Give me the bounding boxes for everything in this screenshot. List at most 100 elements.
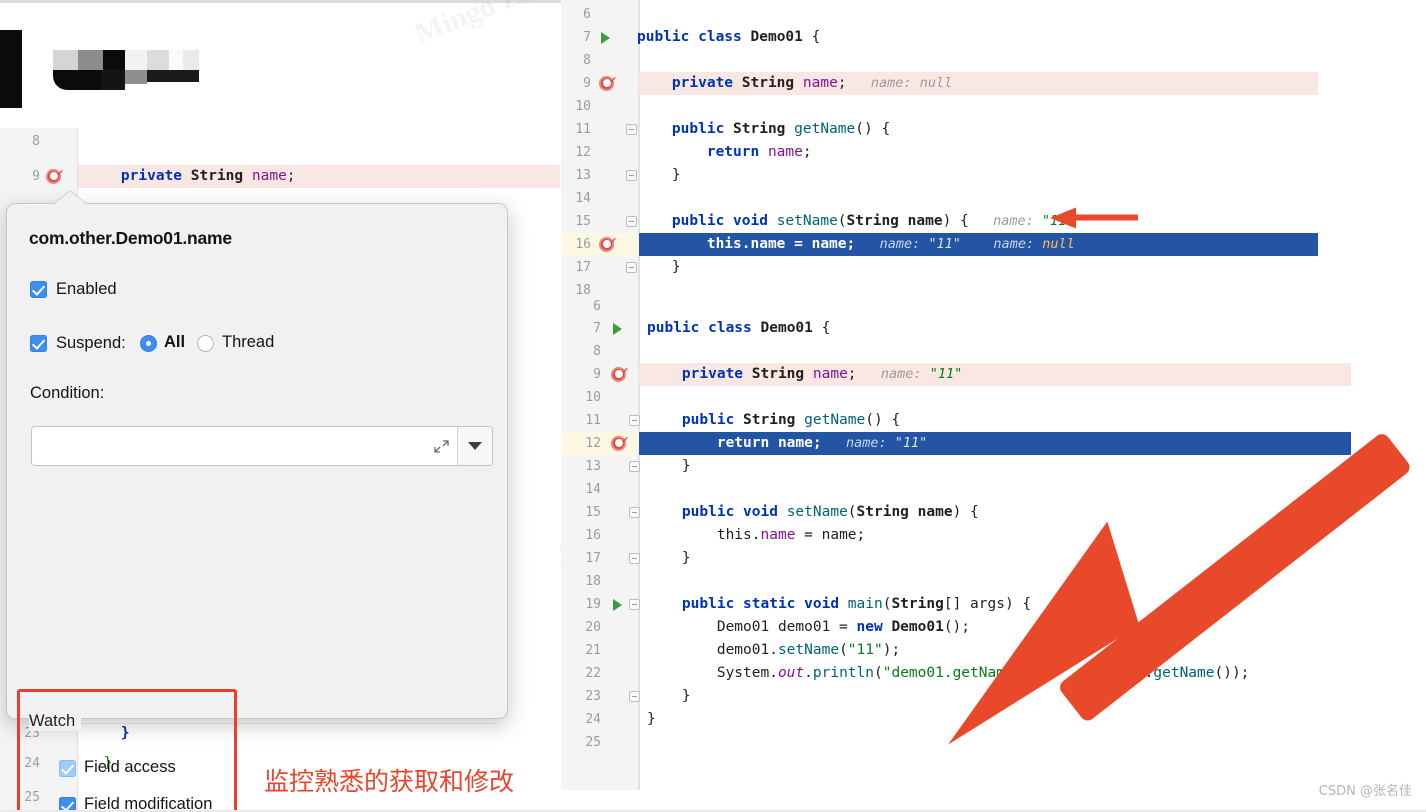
code-token: String — [891, 596, 944, 612]
suspend-thread-radio[interactable] — [197, 335, 214, 352]
code-token: return name; — [647, 435, 822, 451]
code-token: } — [647, 711, 656, 727]
expand-editor-button[interactable] — [426, 427, 458, 465]
enabled-checkbox[interactable] — [30, 281, 47, 298]
code-token: Demo01 — [760, 320, 822, 336]
debug-editor-bottom[interactable]: 6 7 public class Demo01 {8 9 ✔ private Strin… — [561, 300, 1426, 790]
code-token: "11" — [847, 642, 883, 658]
code-line[interactable]: public class Demo01 { — [561, 26, 820, 49]
code-token: } — [647, 458, 691, 474]
code-token: "11" — [921, 366, 963, 382]
code-token: ); — [882, 642, 901, 658]
condition-input[interactable] — [32, 427, 426, 465]
redacted-logo — [53, 50, 199, 90]
condition-label-text: Condition: — [30, 384, 105, 402]
condition-field-wrapper[interactable] — [31, 426, 493, 466]
code-token: public static void — [647, 596, 848, 612]
code-token: public void — [637, 213, 777, 229]
code-line[interactable]: public class Demo01 { — [561, 317, 830, 340]
debug-editor-top[interactable]: 6 7 public class Demo01 {8 9 ✔ private Strin… — [561, 0, 1426, 300]
code-line[interactable]: } — [561, 164, 681, 187]
code-token: name — [907, 213, 943, 229]
code-line[interactable]: this.name = name; — [561, 524, 865, 547]
condition-history-dropdown[interactable] — [458, 427, 492, 465]
line-number: 8 — [583, 53, 591, 68]
code-token: name — [767, 144, 803, 160]
code-line[interactable]: public String getName() { — [561, 409, 900, 432]
code-token: public class — [637, 29, 751, 45]
expand-arrows-icon — [434, 440, 449, 453]
code-token: } — [647, 550, 691, 566]
code-token: } — [637, 259, 681, 275]
code-line[interactable]: } — [561, 708, 656, 731]
suspend-all-label-text: All — [164, 333, 186, 351]
field-access-label: Field access — [84, 758, 176, 777]
code-token: Demo01 — [750, 29, 812, 45]
suspend-all-radio[interactable] — [140, 335, 157, 352]
code-line[interactable]: public void setName(String name) { — [561, 501, 979, 524]
line-number: 25 — [585, 735, 601, 750]
suspend-thread-label: Thread — [222, 333, 274, 352]
code-token: } — [647, 688, 691, 704]
line-number: 6 — [593, 300, 601, 314]
code-token: String — [733, 121, 795, 137]
code-token: ( — [837, 213, 847, 229]
code-token: name — [917, 504, 953, 520]
code-line[interactable]: demo01.setName("11"); — [561, 639, 900, 662]
code-token: out — [777, 665, 805, 681]
code-token: name: — [855, 236, 921, 252]
code-line[interactable]: } — [561, 685, 691, 708]
code-token: } — [637, 167, 681, 183]
line-number: 10 — [585, 390, 601, 405]
code-token: String — [190, 168, 252, 184]
code-token: ( — [874, 665, 883, 681]
code-token: name: — [856, 366, 922, 382]
code-line[interactable]: private String name; name: null — [561, 72, 952, 95]
code-token: String — [743, 412, 805, 428]
code-token: getName — [794, 121, 856, 137]
code-token: name: — [846, 75, 912, 91]
code-token: setName — [786, 504, 848, 520]
suspend-checkbox[interactable] — [30, 335, 47, 352]
code-line[interactable]: } — [561, 455, 691, 478]
code-line[interactable]: public static void main(String[] args) { — [561, 593, 1031, 616]
field-watchpoint-dialog[interactable]: com.other.Demo01.name Enabled Suspend: A… — [6, 191, 514, 812]
suspend-label-text: Suspend: — [56, 334, 126, 352]
code-token: name — [802, 75, 838, 91]
code-token: null — [911, 75, 953, 91]
line-number: 6 — [583, 7, 591, 22]
code-token: new — [856, 619, 892, 635]
code-token: main — [847, 596, 883, 612]
line-number: 18 — [575, 283, 591, 298]
code-line[interactable]: public String getName() { — [561, 118, 890, 141]
code-line[interactable]: Demo01 demo01 = new Demo01(); — [561, 616, 970, 639]
code-token: String — [741, 75, 803, 91]
code-token: . — [804, 665, 813, 681]
code-token: ( — [847, 504, 857, 520]
code-token: "11" — [886, 435, 928, 451]
code-token: null — [1034, 236, 1075, 252]
code-token: "11" — [1033, 213, 1075, 229]
code-token: getName — [804, 412, 866, 428]
code-line[interactable]: private String name; name: "11" — [561, 363, 962, 386]
code-line[interactable]: public void setName(String name) { name:… — [561, 210, 1075, 233]
code-token: ( — [839, 642, 848, 658]
code-token: name — [812, 366, 848, 382]
code-token: "demo01.getName() = " — [882, 665, 1067, 681]
code-token: public void — [647, 504, 787, 520]
dialog-title: com.other.Demo01.name — [29, 228, 232, 248]
watermark-text: Mingo Zhang — [410, 0, 584, 52]
code-token: [] args) { — [943, 596, 1032, 612]
code-token: ) { — [952, 504, 979, 520]
code-line[interactable]: } — [561, 256, 681, 279]
code-line[interactable]: System.out.println("demo01.getName() = "… — [561, 662, 1250, 685]
code-line[interactable]: return name; — [561, 141, 812, 164]
line-number: 14 — [575, 191, 591, 206]
code-line[interactable]: } — [561, 547, 691, 570]
field-access-checkbox[interactable] — [59, 760, 76, 777]
code-line[interactable]: private String name; — [0, 165, 296, 188]
code-token: println — [812, 665, 874, 681]
code-token: setName — [776, 213, 838, 229]
code-line[interactable]: this.name = name; name: "11" name: null — [561, 233, 1075, 256]
code-line[interactable]: return name; name: "11" — [561, 432, 927, 455]
